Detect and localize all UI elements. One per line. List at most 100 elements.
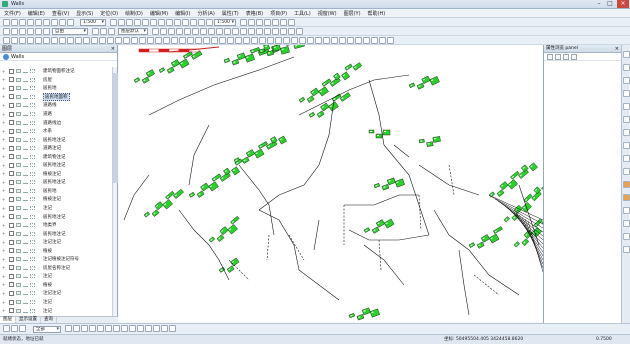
tb2-tool-button-13[interactable]: [184, 28, 191, 35]
layer-snap-icon[interactable]: [30, 86, 35, 91]
layer-row[interactable]: + 房屋名称注记: [0, 264, 112, 273]
scrollbar-thumb[interactable]: [113, 73, 118, 183]
tb1-tool-button-11[interactable]: [126, 19, 133, 26]
layer-edit-icon[interactable]: [16, 274, 21, 279]
tb1-tool-button-16[interactable]: [166, 19, 173, 26]
expand-icon[interactable]: +: [2, 137, 7, 142]
tb1-tool-button-26[interactable]: [272, 19, 279, 26]
layer-visibility-checkbox[interactable]: [9, 111, 14, 117]
layer-visibility-checkbox[interactable]: [9, 290, 14, 296]
tb1-tool-button-19[interactable]: [190, 19, 197, 26]
tb3-tool-button-46[interactable]: [371, 37, 378, 44]
tb3-tool-button-40[interactable]: [323, 37, 330, 44]
layer-row[interactable]: + 居民地: [0, 84, 112, 93]
layer-visibility-checkbox[interactable]: [9, 231, 14, 237]
bottombar-tool-button-4[interactable]: [73, 325, 80, 332]
tb2-tool-button-26[interactable]: [288, 28, 295, 35]
layer-list-scrollbar[interactable]: [112, 67, 118, 317]
layer-snap-icon[interactable]: [30, 171, 35, 176]
layer-visibility-checkbox[interactable]: [9, 162, 14, 168]
tb3-tool-button-32[interactable]: [259, 37, 266, 44]
tb3-tool-button-8[interactable]: [67, 37, 74, 44]
layer-visibility-checkbox[interactable]: [9, 273, 14, 279]
layer-edit-icon[interactable]: [16, 146, 21, 151]
expand-icon[interactable]: +: [2, 240, 7, 245]
layer-visibility-checkbox[interactable]: [9, 94, 14, 100]
layer-row[interactable]: + 道路线: [0, 101, 112, 110]
expand-icon[interactable]: +: [2, 163, 7, 168]
layer-edit-icon[interactable]: [16, 206, 21, 211]
side-tool-button-6[interactable]: [623, 129, 630, 136]
tb1-tool-button-5[interactable]: [43, 19, 50, 26]
layer-row[interactable]: + 植被: [0, 246, 112, 255]
layer-visibility-checkbox[interactable]: [9, 282, 14, 288]
side-tool-button-14[interactable]: [623, 233, 630, 240]
layer-lock-icon[interactable]: [23, 240, 28, 245]
expand-icon[interactable]: +: [2, 248, 7, 253]
expand-icon[interactable]: +: [2, 180, 7, 185]
tb3-tool-button-48[interactable]: [387, 37, 394, 44]
menu-item-12[interactable]: 工具(L): [294, 10, 311, 17]
layer-lock-icon[interactable]: [23, 215, 28, 219]
layer-combo[interactable]: 图层默认: [118, 28, 148, 35]
layer-row[interactable]: + 居民地注记: [0, 212, 112, 221]
layer-snap-icon[interactable]: [30, 137, 35, 142]
expand-icon[interactable]: +: [2, 86, 7, 91]
tb3-tool-button-41[interactable]: [331, 37, 338, 44]
layer-visibility-checkbox[interactable]: [9, 179, 14, 185]
tb1-tool-button-0[interactable]: [3, 19, 10, 26]
layer-edit-icon[interactable]: [16, 257, 21, 262]
tb3-tool-button-37[interactable]: [299, 37, 306, 44]
bottombar-tool-button-2[interactable]: [19, 325, 26, 332]
tb3-tool-button-22[interactable]: [179, 37, 186, 44]
tb3-tool-button-0[interactable]: [3, 37, 10, 44]
tb3-tool-button-18[interactable]: [147, 37, 154, 44]
bottombar-tool-button-12[interactable]: [137, 325, 144, 332]
layer-lock-icon[interactable]: [23, 163, 28, 168]
expand-icon[interactable]: +: [2, 214, 7, 219]
layer-visibility-checkbox[interactable]: [9, 196, 14, 202]
layer-edit-icon[interactable]: [16, 248, 21, 253]
tb1-tool-button-28[interactable]: [288, 19, 295, 26]
layer-lock-icon[interactable]: [23, 206, 28, 211]
layer-lock-icon[interactable]: [23, 172, 28, 176]
tb3-tool-button-16[interactable]: [131, 37, 138, 44]
expand-icon[interactable]: +: [2, 129, 7, 134]
layer-visibility-checkbox[interactable]: [9, 154, 14, 160]
layer-lock-icon[interactable]: [23, 155, 28, 159]
layer-row[interactable]: + 注记植被注记符号: [0, 255, 112, 264]
expand-icon[interactable]: +: [2, 291, 7, 296]
expand-icon[interactable]: +: [2, 94, 7, 99]
menu-item-1[interactable]: 编辑(E): [28, 10, 45, 17]
layer-row[interactable]: + 地类界: [0, 221, 112, 230]
tb3-tool-button-33[interactable]: [267, 37, 274, 44]
layer-lock-icon[interactable]: [23, 249, 28, 253]
tb1-tool-button-22[interactable]: [240, 19, 247, 26]
bottombar-tool-button-6[interactable]: [89, 325, 96, 332]
expand-icon[interactable]: +: [2, 257, 7, 262]
layer-snap-icon[interactable]: [30, 257, 35, 262]
layer-edit-icon[interactable]: [16, 120, 21, 125]
layer-snap-icon[interactable]: [30, 214, 35, 219]
layer-snap-icon[interactable]: [30, 282, 35, 287]
layer-lock-icon[interactable]: [23, 146, 28, 151]
close-icon[interactable]: ×: [111, 45, 115, 53]
layer-edit-icon[interactable]: [16, 154, 21, 159]
menu-item-11[interactable]: 项目(P): [270, 10, 287, 17]
layer-edit-icon[interactable]: [16, 291, 21, 296]
layer-lock-icon[interactable]: [23, 257, 28, 262]
layer-edit-icon[interactable]: [16, 129, 21, 134]
tb1-tool-button-12[interactable]: [134, 19, 141, 26]
tb3-tool-button-7[interactable]: [59, 37, 66, 44]
layer-edit-icon[interactable]: [16, 223, 21, 228]
layer-edit-icon[interactable]: [16, 180, 21, 185]
layer-visibility-checkbox[interactable]: [9, 214, 14, 220]
side-tool-button-7[interactable]: [623, 142, 630, 149]
layer-lock-icon[interactable]: [23, 274, 28, 279]
bottombar-tool-button-13[interactable]: [145, 325, 152, 332]
layer-edit-icon[interactable]: [16, 265, 21, 270]
tb2-tool-button-0[interactable]: [3, 28, 10, 35]
layer-edit-icon[interactable]: [16, 137, 21, 142]
layer-snap-icon[interactable]: [30, 154, 35, 159]
bottombar-tool-button-7[interactable]: [97, 325, 104, 332]
